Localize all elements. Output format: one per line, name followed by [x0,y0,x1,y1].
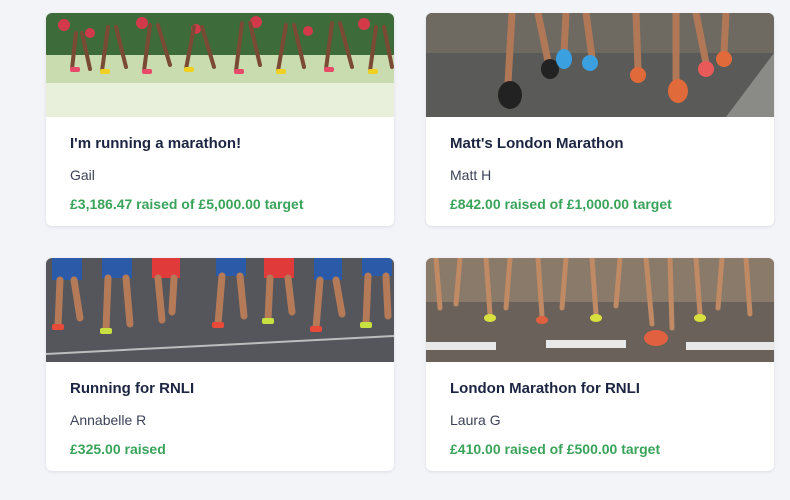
fundraiser-raised-amount: £325.00 raised [70,441,166,457]
fundraiser-raised-amount: £842.00 raised of £1,000.00 target [450,196,672,212]
runners-feet-photo [426,13,774,117]
fundraiser-raised-amount: £3,186.47 raised of £5,000.00 target [70,196,304,212]
fundraiser-owner: Laura G [450,412,501,428]
fundraiser-card-matt-h[interactable]: Matt's London Marathon Matt H £842.00 ra… [426,13,774,226]
runners-crowd-road-photo [426,258,774,362]
fundraiser-card-gail[interactable]: I'm running a marathon! Gail £3,186.47 r… [46,13,394,226]
fundraiser-title[interactable]: Running for RNLI [70,380,370,398]
fundraiser-owner: Matt H [450,167,492,183]
runners-legs-road-photo [46,258,394,362]
fundraiser-owner: Gail [70,167,95,183]
fundraiser-title[interactable]: London Marathon for RNLI [450,380,750,398]
fundraiser-card-laura-g[interactable]: London Marathon for RNLI Laura G £410.00… [426,258,774,471]
fundraiser-card-annabelle-r[interactable]: Running for RNLI Annabelle R £325.00 rai… [46,258,394,471]
fundraiser-title[interactable]: I'm running a marathon! [70,135,370,153]
fundraiser-title[interactable]: Matt's London Marathon [450,135,750,153]
marathon-runners-photo [46,13,394,117]
fundraiser-owner: Annabelle R [70,412,147,428]
fundraiser-raised-amount: £410.00 raised of £500.00 target [450,441,661,457]
